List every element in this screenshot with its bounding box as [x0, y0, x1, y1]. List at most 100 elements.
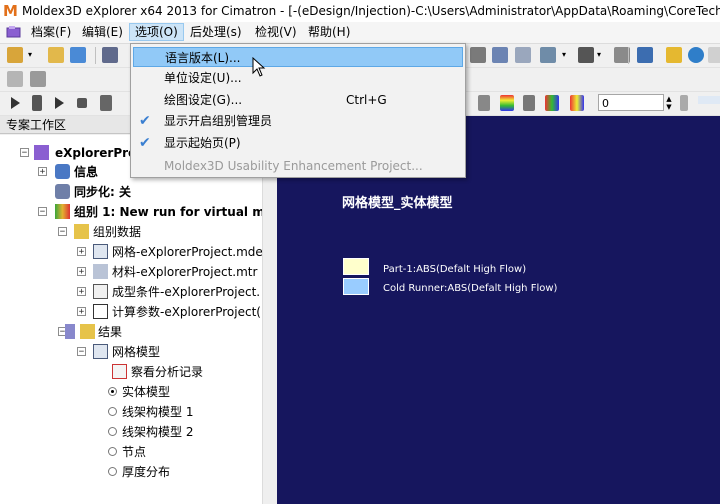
expand-icon[interactable]: + [77, 307, 86, 317]
checkmark-icon: ✔ [139, 135, 151, 151]
settings-icon[interactable] [30, 71, 46, 87]
radio-icon[interactable] [108, 427, 117, 436]
collapse-icon[interactable]: − [77, 347, 86, 357]
project-icon [34, 145, 49, 160]
step-forward-icon[interactable] [55, 97, 64, 109]
tree-scrollbar[interactable] [262, 135, 277, 504]
tree-item-process-file[interactable]: + 成型条件-eXplorerProject. [0, 283, 262, 301]
legend-swatch-part [343, 258, 369, 275]
open-folder-icon[interactable] [48, 47, 64, 63]
frame-input[interactable]: 0 [598, 94, 664, 111]
menu-postprocess[interactable]: 后处理(s) [185, 24, 247, 40]
project-tree: − eXplorerProj + 信息 同步化: 关 − 组别 1: New r… [0, 135, 262, 504]
color-scale-icon[interactable] [500, 95, 514, 111]
tree-item-group[interactable]: − 组别 1: New run for virtual mo [0, 203, 262, 221]
pause-icon[interactable] [32, 95, 42, 111]
camera-dropdown-icon[interactable]: ▾ [562, 47, 570, 63]
app-logo-icon: M [3, 2, 18, 20]
tree-item-mesh-model[interactable]: − 网格模型 [0, 343, 262, 361]
expand-icon[interactable]: + [77, 267, 86, 277]
tree-item-nodes[interactable]: 节点 [0, 443, 262, 461]
radio-icon[interactable] [108, 447, 117, 456]
tree-item-sync[interactable]: 同步化: 关 [0, 183, 262, 201]
results-toggle-icon [65, 324, 75, 339]
log-icon [112, 364, 127, 379]
record-dropdown-icon[interactable]: ▾ [597, 47, 605, 63]
step-back-icon[interactable] [100, 95, 112, 111]
new-dropdown-icon[interactable]: ▾ [28, 47, 36, 63]
menu-help[interactable]: 帮助(H) [303, 24, 355, 40]
export-icon[interactable] [492, 47, 508, 63]
calculator-icon[interactable] [637, 47, 653, 63]
tree-item-solid-model[interactable]: 实体模型 [0, 383, 262, 401]
legend-label-runner: Cold Runner:ABS(Defalt High Flow) [383, 283, 558, 294]
app-menu-icon[interactable] [6, 25, 22, 39]
palette-icon[interactable] [545, 95, 559, 111]
more-icon[interactable] [708, 47, 720, 63]
mail-icon[interactable] [666, 47, 682, 63]
title-bar: M Moldex3D eXplorer x64 2013 for Cimatro… [0, 0, 720, 22]
expand-icon[interactable]: + [38, 167, 47, 177]
radio-selected-icon[interactable] [108, 387, 117, 396]
menu-item-group-manager[interactable]: ✔ 显示开启组别管理员 [133, 111, 463, 131]
legend-swatch-runner [343, 278, 369, 295]
print-icon[interactable] [470, 47, 486, 63]
menu-item-start-page[interactable]: ✔ 显示起始页(P) [133, 133, 463, 153]
checkmark-icon: ✔ [139, 113, 151, 129]
save-icon[interactable] [102, 47, 118, 63]
spinner-arrows-icon[interactable]: ▲ ▼ [664, 95, 674, 111]
view-grid-icon[interactable] [478, 95, 490, 111]
menu-item-language[interactable]: 语言版本(L)... [133, 47, 463, 67]
web-icon[interactable] [688, 47, 704, 63]
tree-item-group-data[interactable]: − 组别数据 [0, 223, 262, 241]
menu-bar: 档案(F) 编辑(E) 选项(O) 后处理(s) 检视(V) 帮助(H) [0, 22, 720, 44]
tree-item-analysis-log[interactable]: 察看分析记录 [0, 363, 262, 381]
radio-icon[interactable] [108, 407, 117, 416]
contour-icon[interactable] [570, 95, 584, 111]
play-icon[interactable] [11, 97, 20, 109]
menu-edit[interactable]: 编辑(E) [77, 24, 128, 40]
stop-icon[interactable] [77, 98, 87, 108]
menu-options[interactable]: 选项(O) [129, 23, 184, 41]
slider-icon[interactable] [680, 95, 688, 111]
tree-item-material-file[interactable]: + 材料-eXplorerProject.mtr [0, 263, 262, 281]
expand-icon[interactable]: + [77, 247, 86, 257]
new-project-icon[interactable] [7, 47, 23, 63]
collapse-icon[interactable]: − [38, 207, 47, 217]
capture-icon[interactable] [515, 47, 531, 63]
info-icon [55, 164, 70, 179]
data-folder-icon [74, 224, 89, 239]
tools-icon[interactable] [7, 71, 23, 87]
axis-range-icon[interactable] [523, 95, 535, 111]
compute-icon [93, 304, 108, 319]
menu-file[interactable]: 档案(F) [26, 24, 76, 40]
menu-item-usability-project[interactable]: Moldex3D Usability Enhancement Project..… [133, 156, 463, 176]
mesh-icon [93, 244, 108, 259]
results-folder-icon [80, 324, 95, 339]
tree-item-compute-file[interactable]: + 计算参数-eXplorerProject( [0, 303, 262, 321]
toolbar-separator [628, 47, 629, 64]
group-chart-icon [55, 204, 70, 219]
menu-view[interactable]: 检视(V) [250, 24, 302, 40]
mesh-model-icon [93, 344, 108, 359]
collapse-icon[interactable]: − [58, 227, 67, 237]
toolbar-separator [95, 47, 96, 64]
window-title: Moldex3D eXplorer x64 2013 for Cimatron … [22, 4, 720, 18]
tree-item-results[interactable]: − 结果 [0, 323, 262, 341]
viewport-scroll-hint [698, 96, 720, 104]
tree-item-mesh-file[interactable]: + 网格-eXplorerProject.mde [0, 243, 262, 261]
camera-icon[interactable] [540, 47, 556, 63]
tree-item-thickness[interactable]: 厚度分布 [0, 463, 262, 481]
radio-icon[interactable] [108, 467, 117, 476]
record-icon[interactable] [578, 47, 594, 63]
expand-icon[interactable]: + [77, 287, 86, 297]
collapse-icon[interactable]: − [20, 148, 29, 158]
tree-item-wireframe1[interactable]: 线架构模型 1 [0, 403, 262, 421]
menu-item-units[interactable]: 单位设定(U)... [133, 68, 463, 88]
menu-item-graphics[interactable]: 绘图设定(G)... Ctrl+G [133, 90, 463, 110]
legend-label-part: Part-1:ABS(Defalt High Flow) [383, 264, 527, 275]
import-icon[interactable] [70, 47, 86, 63]
viewport-title: 网格模型_实体模型 [342, 196, 453, 211]
tree-item-wireframe2[interactable]: 线架构模型 2 [0, 423, 262, 441]
material-icon [93, 264, 108, 279]
